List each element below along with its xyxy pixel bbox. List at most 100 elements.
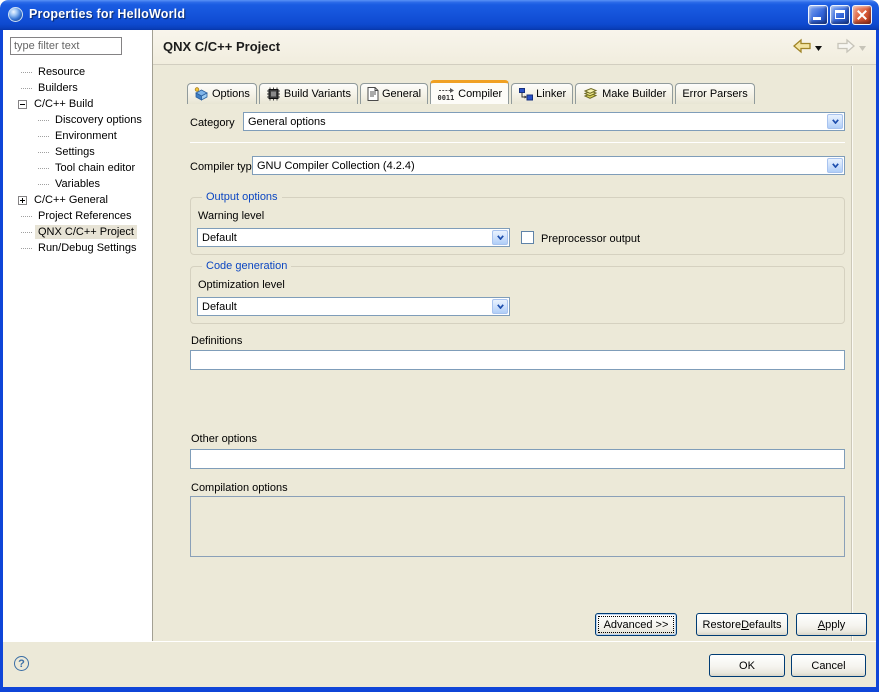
tab-label: Options <box>212 88 250 100</box>
cancel-button[interactable]: Cancel <box>791 654 866 677</box>
content-right-edge <box>851 66 853 641</box>
tree-guide-dots <box>38 184 49 185</box>
tab-build-variants[interactable]: Build Variants <box>259 83 358 104</box>
tree-guide-dots <box>38 120 49 121</box>
filter-input[interactable] <box>10 37 122 55</box>
tree-item-label: C/C++ General <box>31 193 111 207</box>
tree-item-c-c-general[interactable]: C/C++ General <box>3 192 152 208</box>
header-band: QNX C/C++ Project <box>153 30 876 65</box>
chevron-down-icon[interactable] <box>492 230 508 245</box>
definitions-input[interactable] <box>190 350 845 370</box>
tree-guide-dots <box>38 152 49 153</box>
preprocessor-output-checkbox[interactable] <box>521 231 534 244</box>
tab-error-parsers[interactable]: Error Parsers <box>675 83 754 104</box>
warning-level-label: Warning level <box>198 210 264 222</box>
tab-compiler[interactable]: 0011Compiler <box>430 80 509 104</box>
tab-general[interactable]: General <box>360 83 428 104</box>
optimization-level-combo[interactable]: Default <box>197 297 510 316</box>
optimization-level-label: Optimization level <box>198 279 285 291</box>
definitions-label: Definitions <box>191 335 242 347</box>
tree-item-label: Run/Debug Settings <box>35 241 139 255</box>
layers-icon <box>582 87 599 101</box>
collapse-minus-icon[interactable] <box>18 100 27 109</box>
tree-item-label: Tool chain editor <box>52 161 138 175</box>
tree-item-c-c-build[interactable]: C/C++ Build <box>3 96 152 112</box>
ok-button[interactable]: OK <box>709 654 785 677</box>
tree-guide-dots <box>21 232 32 233</box>
tree-item-run-debug-settings[interactable]: Run/Debug Settings <box>3 240 152 256</box>
minimize-icon <box>813 17 821 20</box>
tab-label: Error Parsers <box>682 88 747 100</box>
tree-item-project-references[interactable]: Project References <box>3 208 152 224</box>
maximize-icon <box>835 10 845 19</box>
tree-item-label: Discovery options <box>52 113 145 127</box>
tab-label: Make Builder <box>602 88 666 100</box>
tree-item-resource[interactable]: Resource <box>3 64 152 80</box>
tab-label: Linker <box>536 88 566 100</box>
caption-buttons <box>808 5 872 25</box>
tab-label: Build Variants <box>284 88 351 100</box>
other-options-label: Other options <box>191 433 257 445</box>
close-icon <box>857 10 867 20</box>
compilation-options-textarea[interactable] <box>190 496 845 557</box>
tree-item-label: Environment <box>52 129 120 143</box>
category-value: General options <box>244 116 826 128</box>
chevron-down-icon[interactable] <box>827 158 843 173</box>
optimization-level-value: Default <box>198 301 491 313</box>
tree-item-discovery-options[interactable]: Discovery options <box>3 112 152 128</box>
back-menu-caret-icon[interactable] <box>815 42 822 54</box>
tree-guide-dots <box>21 72 32 73</box>
back-arrow-icon[interactable] <box>792 38 812 57</box>
tree-item-label: Builders <box>35 81 81 95</box>
sidebar-sash[interactable] <box>152 30 153 641</box>
titlebar[interactable]: Properties for HelloWorld <box>0 0 879 30</box>
tree-item-settings[interactable]: Settings <box>3 144 152 160</box>
apply-button[interactable]: Apply <box>796 613 867 636</box>
compiler-type-label: Compiler type: <box>190 161 261 173</box>
properties-dialog: Properties for HelloWorld ResourceBuilde… <box>0 0 879 692</box>
minimize-button[interactable] <box>808 5 828 25</box>
tree-item-variables[interactable]: Variables <box>3 176 152 192</box>
expand-plus-icon[interactable] <box>18 196 27 205</box>
options-icon <box>194 87 209 101</box>
tree-item-label: QNX C/C++ Project <box>35 225 137 239</box>
forward-arrow-icon <box>836 38 856 57</box>
tab-label: Compiler <box>458 88 502 100</box>
category-combo[interactable]: General options <box>243 112 845 131</box>
close-button[interactable] <box>852 5 872 25</box>
chevron-down-icon[interactable] <box>492 299 508 314</box>
app-orb-icon <box>8 7 23 22</box>
compiler-type-combo[interactable]: GNU Compiler Collection (4.2.4) <box>252 156 845 175</box>
page-title: QNX C/C++ Project <box>163 39 280 54</box>
help-icon[interactable]: ? <box>14 656 29 671</box>
tab-bar: OptionsBuild VariantsGeneral0011Compiler… <box>187 80 757 104</box>
linker-icon <box>518 87 533 101</box>
warning-level-combo[interactable]: Default <box>197 228 510 247</box>
category-label: Category <box>190 117 235 129</box>
code-generation-legend: Code generation <box>202 260 291 272</box>
window-frame-bottom <box>0 687 879 692</box>
warning-level-value: Default <box>198 232 491 244</box>
compilation-options-label: Compilation options <box>191 482 288 494</box>
advanced-button[interactable]: Advanced >> <box>595 613 677 636</box>
binary-icon: 0011 <box>437 87 455 101</box>
tab-make-builder[interactable]: Make Builder <box>575 83 673 104</box>
tree-guide-dots <box>21 88 32 89</box>
restore-defaults-button[interactable]: Restore Defaults <box>696 613 788 636</box>
tree-item-label: Variables <box>52 177 103 191</box>
tree-guide-dots <box>38 168 49 169</box>
tree-item-builders[interactable]: Builders <box>3 80 152 96</box>
tab-linker[interactable]: Linker <box>511 83 573 104</box>
tree-item-tool-chain-editor[interactable]: Tool chain editor <box>3 160 152 176</box>
other-options-input[interactable] <box>190 449 845 469</box>
window-title: Properties for HelloWorld <box>29 7 185 21</box>
tab-options[interactable]: Options <box>187 83 257 104</box>
forward-menu-caret-icon <box>859 42 866 54</box>
chevron-down-icon[interactable] <box>827 114 843 129</box>
maximize-button[interactable] <box>830 5 850 25</box>
tree-item-environment[interactable]: Environment <box>3 128 152 144</box>
preprocessor-output-label[interactable]: Preprocessor output <box>541 233 640 245</box>
tree-item-qnx-c-c-project[interactable]: QNX C/C++ Project <box>3 224 152 240</box>
separator <box>190 142 845 143</box>
sidebar: ResourceBuildersC/C++ BuildDiscovery opt… <box>3 30 152 641</box>
